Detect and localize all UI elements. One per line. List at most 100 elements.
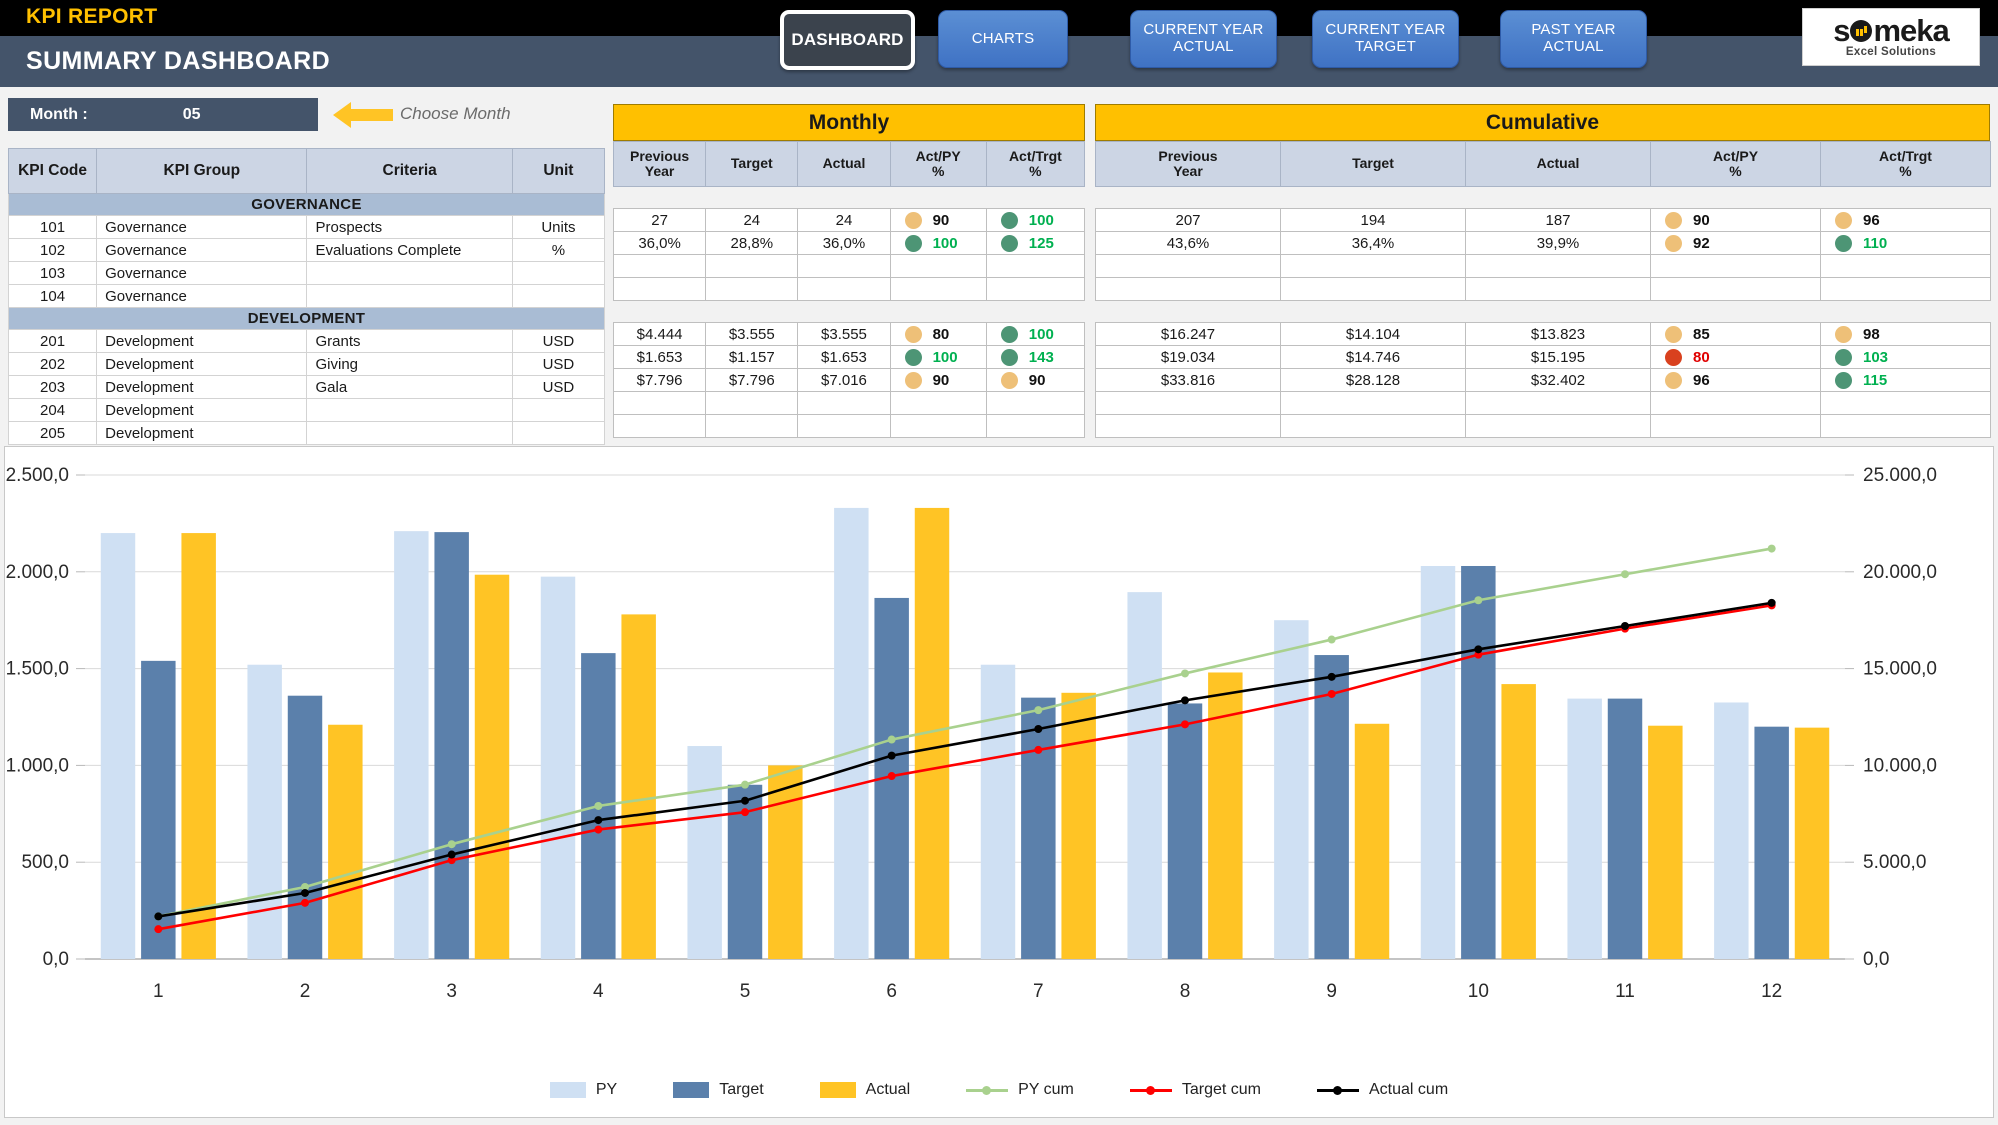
table-row[interactable] <box>612 391 1086 415</box>
month-value[interactable]: 05 <box>183 106 201 124</box>
nav-button-past-year-actual[interactable]: PAST YEAR ACTUAL <box>1500 10 1647 68</box>
table-row[interactable]: $7.796 $7.796 $7.016 90 90 <box>612 368 1086 392</box>
cell-actual: 187 <box>1465 208 1651 232</box>
status-badge: 103 <box>1863 348 1889 366</box>
table-row[interactable] <box>1095 254 1991 278</box>
chart-bar <box>1314 655 1349 959</box>
table-row[interactable]: $1.653 $1.157 $1.653 100 143 <box>612 345 1086 369</box>
chart-bar <box>474 574 510 959</box>
table-row[interactable] <box>1095 277 1991 301</box>
cell-actual <box>1465 414 1651 438</box>
y-axis-left-tick: 2.000,0 <box>6 562 69 583</box>
legend-swatch <box>819 1082 856 1098</box>
cell-target: $3.555 <box>705 322 799 346</box>
nav-button-charts[interactable]: CHARTS <box>938 10 1068 68</box>
month-selector[interactable]: Month : 05 <box>8 98 318 131</box>
cell-code: 204 <box>7 398 98 422</box>
kpi-table-header-row: KPI Code KPI Group Criteria Unit <box>7 148 606 194</box>
chart-line-marker <box>1034 745 1043 754</box>
chart-line-marker <box>1327 672 1336 681</box>
chart-bar <box>621 614 656 959</box>
hdr-line2: Year <box>644 163 675 179</box>
kpi-combo-chart: 0,0 500,0 1.000,0 1.500,0 2.000,0 2.500,0 0,0 5… <box>4 446 1994 1118</box>
cell-target <box>1280 414 1466 438</box>
nav-label-cya-line1: CURRENT YEAR <box>1143 21 1264 39</box>
table-row[interactable]: $19.034 $14.746 $15.195 80 103 <box>1095 345 1991 369</box>
status-badge: 96 <box>1693 371 1710 389</box>
cell-previous-year: $4.444 <box>612 322 707 346</box>
cell-act-py: 100 <box>889 345 987 369</box>
cell-act-trgt <box>985 391 1086 415</box>
table-row[interactable]: $33.816 $28.128 $32.402 96 115 <box>1095 368 1991 392</box>
cell-act-py: 100 <box>889 231 987 255</box>
cell-act-py: 92 <box>1650 231 1821 255</box>
chart-line-marker <box>1181 720 1189 729</box>
status-indicator-dot <box>904 371 922 389</box>
legend-label: Actual <box>865 1081 911 1098</box>
status-indicator-dot <box>1665 348 1682 366</box>
cell-previous-year: 36,0% <box>612 231 707 255</box>
cumulative-panel: Cumulative Previous Year Target Actual A… <box>1095 104 1991 438</box>
table-row[interactable] <box>612 254 1086 278</box>
nav-button-dashboard[interactable]: DASHBOARD <box>780 10 915 70</box>
table-row[interactable]: 36,0% 28,8% 36,0% 100 125 <box>612 231 1086 255</box>
table-row[interactable] <box>1095 414 1991 438</box>
nav-label-pya-line1: PAST YEAR <box>1531 21 1616 39</box>
status-badge: 143 <box>1028 348 1054 366</box>
status-badge: 90 <box>1028 371 1046 389</box>
chart-bar <box>540 576 576 959</box>
table-row[interactable] <box>612 414 1086 438</box>
table-row[interactable]: 101 Governance Prospects Units <box>7 215 606 239</box>
y-axis-right-tick: 0,0 <box>1863 949 1889 970</box>
chart-bar <box>394 531 429 959</box>
table-row[interactable]: $4.444 $3.555 $3.555 80 100 <box>612 322 1086 346</box>
cell-previous-year <box>612 391 707 415</box>
cell-group: Development <box>96 375 308 399</box>
table-row[interactable]: 205 Development <box>7 421 606 445</box>
legend-label: Target cum <box>1181 1081 1261 1098</box>
cell-actual <box>1465 254 1651 278</box>
status-indicator-dot <box>1000 371 1018 389</box>
cell-previous-year: $1.653 <box>612 345 707 369</box>
cell-target <box>1280 254 1466 278</box>
kpi-group-name: DEVELOPMENT <box>8 307 605 330</box>
table-row[interactable]: 27 24 24 90 100 <box>612 208 1086 232</box>
chart-line-marker <box>887 772 896 781</box>
nav-button-current-year-target[interactable]: CURRENT YEAR TARGET <box>1312 10 1459 68</box>
status-indicator-dot <box>904 348 922 366</box>
table-row[interactable]: 201 Development Grants USD <box>7 329 606 353</box>
someka-logo: s meka Excel Solutions <box>1802 8 1980 66</box>
table-row[interactable]: 104 Governance <box>7 284 606 308</box>
monthly-col-act-trgt: Act/Trgt % <box>985 141 1086 187</box>
legend-swatch <box>549 1082 586 1098</box>
cell-target <box>1280 277 1466 301</box>
table-row[interactable]: 103 Governance <box>7 261 606 285</box>
status-badge: 100 <box>932 234 958 252</box>
cell-previous-year: $19.034 <box>1095 345 1281 369</box>
cell-group: Governance <box>96 261 308 285</box>
nav-button-current-year-actual[interactable]: CURRENT YEAR ACTUAL <box>1130 10 1277 68</box>
cell-target: 28,8% <box>705 231 799 255</box>
table-row[interactable]: 207 194 187 90 96 <box>1095 208 1991 232</box>
status-badge: 100 <box>932 348 958 366</box>
cell-code: 201 <box>7 329 98 353</box>
status-badge: 85 <box>1693 325 1710 343</box>
hdr-line2: % <box>1029 163 1042 179</box>
x-axis-tick: 1 <box>153 981 164 1002</box>
table-row[interactable] <box>612 277 1086 301</box>
table-row[interactable]: 102 Governance Evaluations Complete % <box>7 238 606 262</box>
table-row[interactable] <box>1095 391 1991 415</box>
cell-act-trgt: 143 <box>985 345 1086 369</box>
legend-label: PY cum <box>1018 1081 1074 1098</box>
table-row[interactable]: $16.247 $14.104 $13.823 85 98 <box>1095 322 1991 346</box>
table-row[interactable]: 204 Development <box>7 398 606 422</box>
cumulative-col-act-trgt: Act/Trgt % <box>1820 141 1991 187</box>
table-row[interactable]: 203 Development Gala USD <box>7 375 606 399</box>
chart-line-marker <box>1327 689 1336 698</box>
table-row[interactable]: 202 Development Giving USD <box>7 352 606 376</box>
page-title: SUMMARY DASHBOARD <box>26 47 331 75</box>
hdr-line1: Previous <box>630 147 690 164</box>
status-indicator-dot <box>1665 325 1682 343</box>
table-row[interactable]: 43,6% 36,4% 39,9% 92 110 <box>1095 231 1991 255</box>
hdr-line1: Act/Trgt <box>1879 147 1932 164</box>
